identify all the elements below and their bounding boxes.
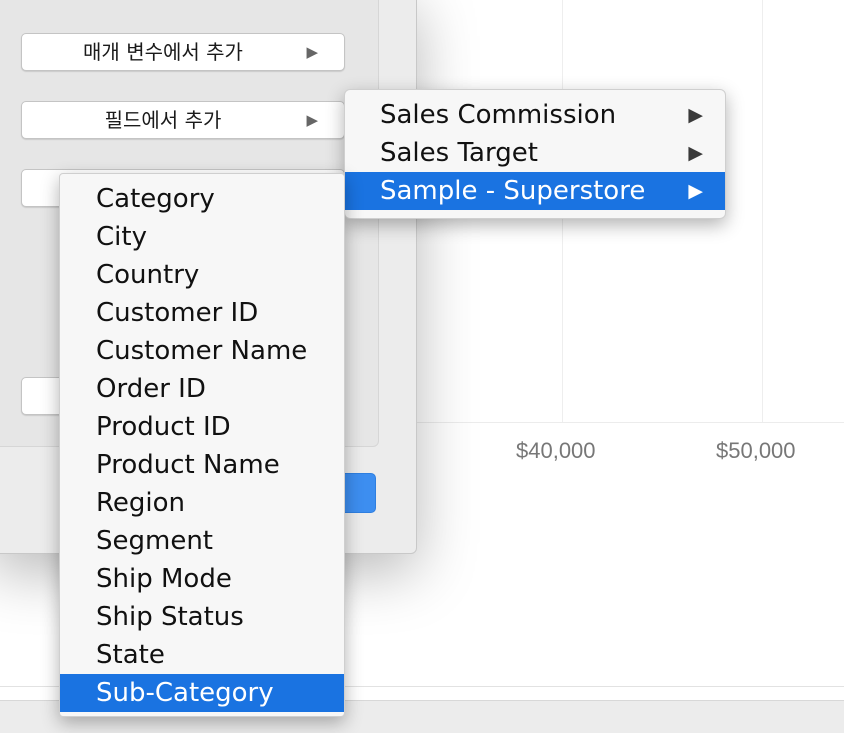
menu-item-label: Country [96, 260, 200, 290]
menu-item-label: State [96, 640, 165, 670]
menu-item-field[interactable]: Customer ID [60, 294, 344, 332]
menu-item-label: Sample - Superstore [380, 176, 646, 206]
menu-item-label: Category [96, 184, 215, 214]
x-tick-label: $50,000 [716, 438, 796, 463]
menu-item-sales-target[interactable]: Sales Target ▶ [345, 134, 725, 172]
menu-item-label: Region [96, 488, 186, 518]
menu-item-label: Ship Status [96, 602, 244, 632]
field-list-menu: Category City Country Customer ID Custom… [59, 173, 345, 717]
menu-item-label: Sales Commission [380, 100, 617, 130]
add-from-field-button[interactable]: 필드에서 추가 ▶ [21, 101, 345, 139]
add-from-parameter-button[interactable]: 매개 변수에서 추가 ▶ [21, 33, 345, 71]
menu-item-sales-commission[interactable]: Sales Commission ▶ [345, 96, 725, 134]
menu-item-label: City [96, 222, 147, 252]
menu-item-field[interactable]: Order ID [60, 370, 344, 408]
menu-item-label: Sales Target [380, 138, 538, 168]
menu-item-label: Customer ID [96, 298, 259, 328]
menu-item-sample-superstore[interactable]: Sample - Superstore ▶ [345, 172, 725, 210]
menu-item-field[interactable]: Region [60, 484, 344, 522]
menu-item-field[interactable]: Ship Mode [60, 560, 344, 598]
menu-item-field[interactable]: Customer Name [60, 332, 344, 370]
add-from-parameter-label: 매개 변수에서 추가 [83, 40, 243, 64]
menu-item-field[interactable]: Product Name [60, 446, 344, 484]
x-tick-label: $40,000 [516, 438, 596, 463]
chevron-right-icon: ▶ [306, 111, 318, 129]
add-from-field-label: 필드에서 추가 [104, 108, 222, 132]
menu-item-label: Product Name [96, 450, 280, 480]
menu-item-label: Ship Mode [96, 564, 232, 594]
menu-item-field[interactable]: Ship Status [60, 598, 344, 636]
menu-item-field[interactable]: Category [60, 180, 344, 218]
menu-item-field[interactable]: Product ID [60, 408, 344, 446]
menu-item-field[interactable]: City [60, 218, 344, 256]
menu-item-label: Order ID [96, 374, 206, 404]
menu-item-label: Customer Name [96, 336, 308, 366]
gridline-50000 [762, 0, 763, 422]
menu-item-field[interactable]: Country [60, 256, 344, 294]
menu-item-label: Product ID [96, 412, 231, 442]
chevron-right-icon: ▶ [688, 104, 703, 126]
menu-item-field[interactable]: State [60, 636, 344, 674]
chevron-right-icon: ▶ [306, 43, 318, 61]
data-source-menu: Sales Commission ▶ Sales Target ▶ Sample… [344, 89, 726, 219]
chevron-right-icon: ▶ [688, 142, 703, 164]
menu-item-field[interactable]: Segment [60, 522, 344, 560]
menu-item-label: Sub-Category [96, 678, 274, 708]
menu-item-field-selected[interactable]: Sub-Category [60, 674, 344, 712]
menu-item-label: Segment [96, 526, 213, 556]
chevron-right-icon: ▶ [688, 180, 703, 202]
